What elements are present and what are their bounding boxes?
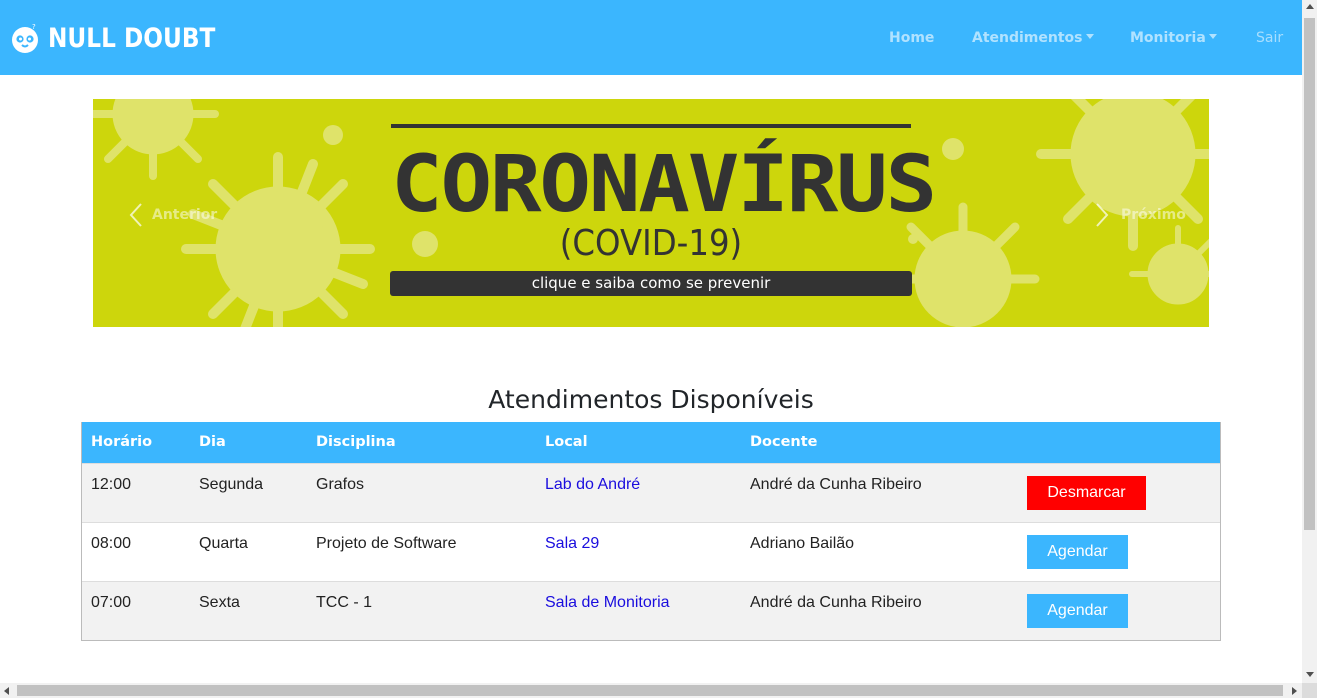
table-row: 08:00 Quarta Projeto de Software Sala 29… bbox=[82, 522, 1220, 581]
carousel-next-label: Próximo bbox=[1121, 207, 1186, 223]
chevron-left-icon bbox=[129, 203, 142, 227]
page: ? NULL DOUBT Home Atendimentos Monitoria… bbox=[0, 0, 1302, 683]
nav-home[interactable]: Home bbox=[889, 29, 934, 47]
cell-horario: 12:00 bbox=[91, 476, 132, 493]
table-row: 12:00 Segunda Grafos Lab do André André … bbox=[82, 463, 1220, 522]
nav-monitoria-label: Monitoria bbox=[1130, 30, 1206, 46]
appointments-table: Horário Dia Disciplina Local Docente 12:… bbox=[81, 422, 1221, 641]
banner-cta-label: clique e saiba como se prevenir bbox=[531, 274, 771, 292]
cell-local-link[interactable]: Sala de Monitoria bbox=[545, 594, 670, 612]
vertical-scroll-thumb[interactable] bbox=[1304, 18, 1315, 530]
cell-disciplina: TCC - 1 bbox=[316, 594, 372, 611]
chevron-right-icon bbox=[1096, 203, 1109, 227]
brand[interactable]: ? NULL DOUBT bbox=[10, 22, 243, 56]
navbar: ? NULL DOUBT Home Atendimentos Monitoria… bbox=[0, 0, 1302, 75]
cell-horario: 08:00 bbox=[91, 535, 132, 552]
cell-disciplina: Projeto de Software bbox=[316, 535, 457, 552]
carousel-banner[interactable]: CORONAVÍRUS (COVID-19) clique e saiba co… bbox=[93, 99, 1209, 327]
header-local: Local bbox=[545, 434, 588, 450]
carousel-prev-label: Anterior bbox=[152, 207, 218, 223]
desmarcar-button[interactable]: Desmarcar bbox=[1027, 476, 1146, 510]
nav-atendimentos-dropdown[interactable]: Atendimentos bbox=[972, 29, 1094, 47]
scrollbar-corner bbox=[1302, 683, 1317, 698]
horizontal-scrollbar[interactable] bbox=[0, 683, 1302, 698]
nav-atendimentos-label: Atendimentos bbox=[972, 30, 1083, 46]
nav-monitoria-dropdown[interactable]: Monitoria bbox=[1130, 29, 1217, 47]
agendar-button[interactable]: Agendar bbox=[1027, 594, 1128, 628]
banner-cta[interactable]: clique e saiba como se prevenir bbox=[390, 271, 912, 296]
carousel-next-button[interactable]: Próximo bbox=[1095, 201, 1186, 229]
header-disciplina: Disciplina bbox=[316, 434, 396, 450]
carousel-prev-button[interactable]: Anterior bbox=[129, 201, 217, 229]
header-dia: Dia bbox=[199, 434, 226, 450]
cell-docente: Adriano Bailão bbox=[750, 535, 855, 552]
cell-local-link[interactable]: Sala 29 bbox=[545, 535, 599, 553]
header-horario: Horário bbox=[91, 434, 153, 450]
scroll-down-arrow-icon[interactable] bbox=[1306, 672, 1314, 677]
page-title: Atendimentos Disponíveis bbox=[488, 385, 814, 414]
banner-title: CORONAVÍRUS bbox=[391, 140, 937, 230]
scroll-left-arrow-icon[interactable] bbox=[4, 687, 9, 695]
cell-local-link[interactable]: Lab do André bbox=[545, 476, 640, 494]
cell-dia: Segunda bbox=[199, 476, 264, 493]
caret-down-icon bbox=[1208, 34, 1217, 39]
banner-divider bbox=[391, 124, 911, 128]
vertical-scrollbar[interactable] bbox=[1302, 0, 1317, 683]
caret-down-icon bbox=[1085, 34, 1094, 39]
agendar-button[interactable]: Agendar bbox=[1027, 535, 1128, 569]
table-row: 07:00 Sexta TCC - 1 Sala de Monitoria An… bbox=[82, 581, 1220, 640]
nav-home-label: Home bbox=[889, 30, 935, 46]
banner-subtitle: (COVID-19) bbox=[559, 223, 743, 264]
scroll-up-arrow-icon[interactable] bbox=[1306, 4, 1314, 9]
header-docente: Docente bbox=[750, 434, 818, 450]
brand-name: NULL DOUBT bbox=[48, 23, 216, 54]
horizontal-scroll-thumb[interactable] bbox=[17, 685, 1283, 696]
cell-disciplina: Grafos bbox=[316, 476, 365, 493]
penguin-logo-icon: ? bbox=[12, 24, 38, 53]
cell-dia: Quarta bbox=[199, 535, 248, 552]
cell-docente: André da Cunha Ribeiro bbox=[750, 476, 922, 493]
cell-docente: André da Cunha Ribeiro bbox=[750, 594, 922, 611]
nav-sair[interactable]: Sair bbox=[1256, 29, 1283, 47]
table-header: Horário Dia Disciplina Local Docente bbox=[82, 422, 1220, 463]
nav-sair-label: Sair bbox=[1256, 30, 1284, 46]
scroll-right-arrow-icon[interactable] bbox=[1292, 687, 1297, 695]
svg-text:?: ? bbox=[32, 24, 36, 31]
cell-dia: Sexta bbox=[199, 594, 240, 611]
cell-horario: 07:00 bbox=[91, 594, 132, 611]
